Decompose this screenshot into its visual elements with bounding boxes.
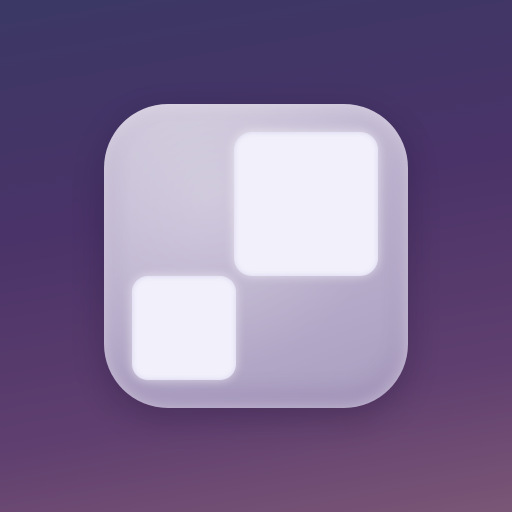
app-icon[interactable] bbox=[104, 104, 408, 408]
small-square-icon bbox=[132, 276, 236, 380]
canvas-background bbox=[0, 0, 512, 512]
large-square-icon bbox=[234, 132, 378, 276]
